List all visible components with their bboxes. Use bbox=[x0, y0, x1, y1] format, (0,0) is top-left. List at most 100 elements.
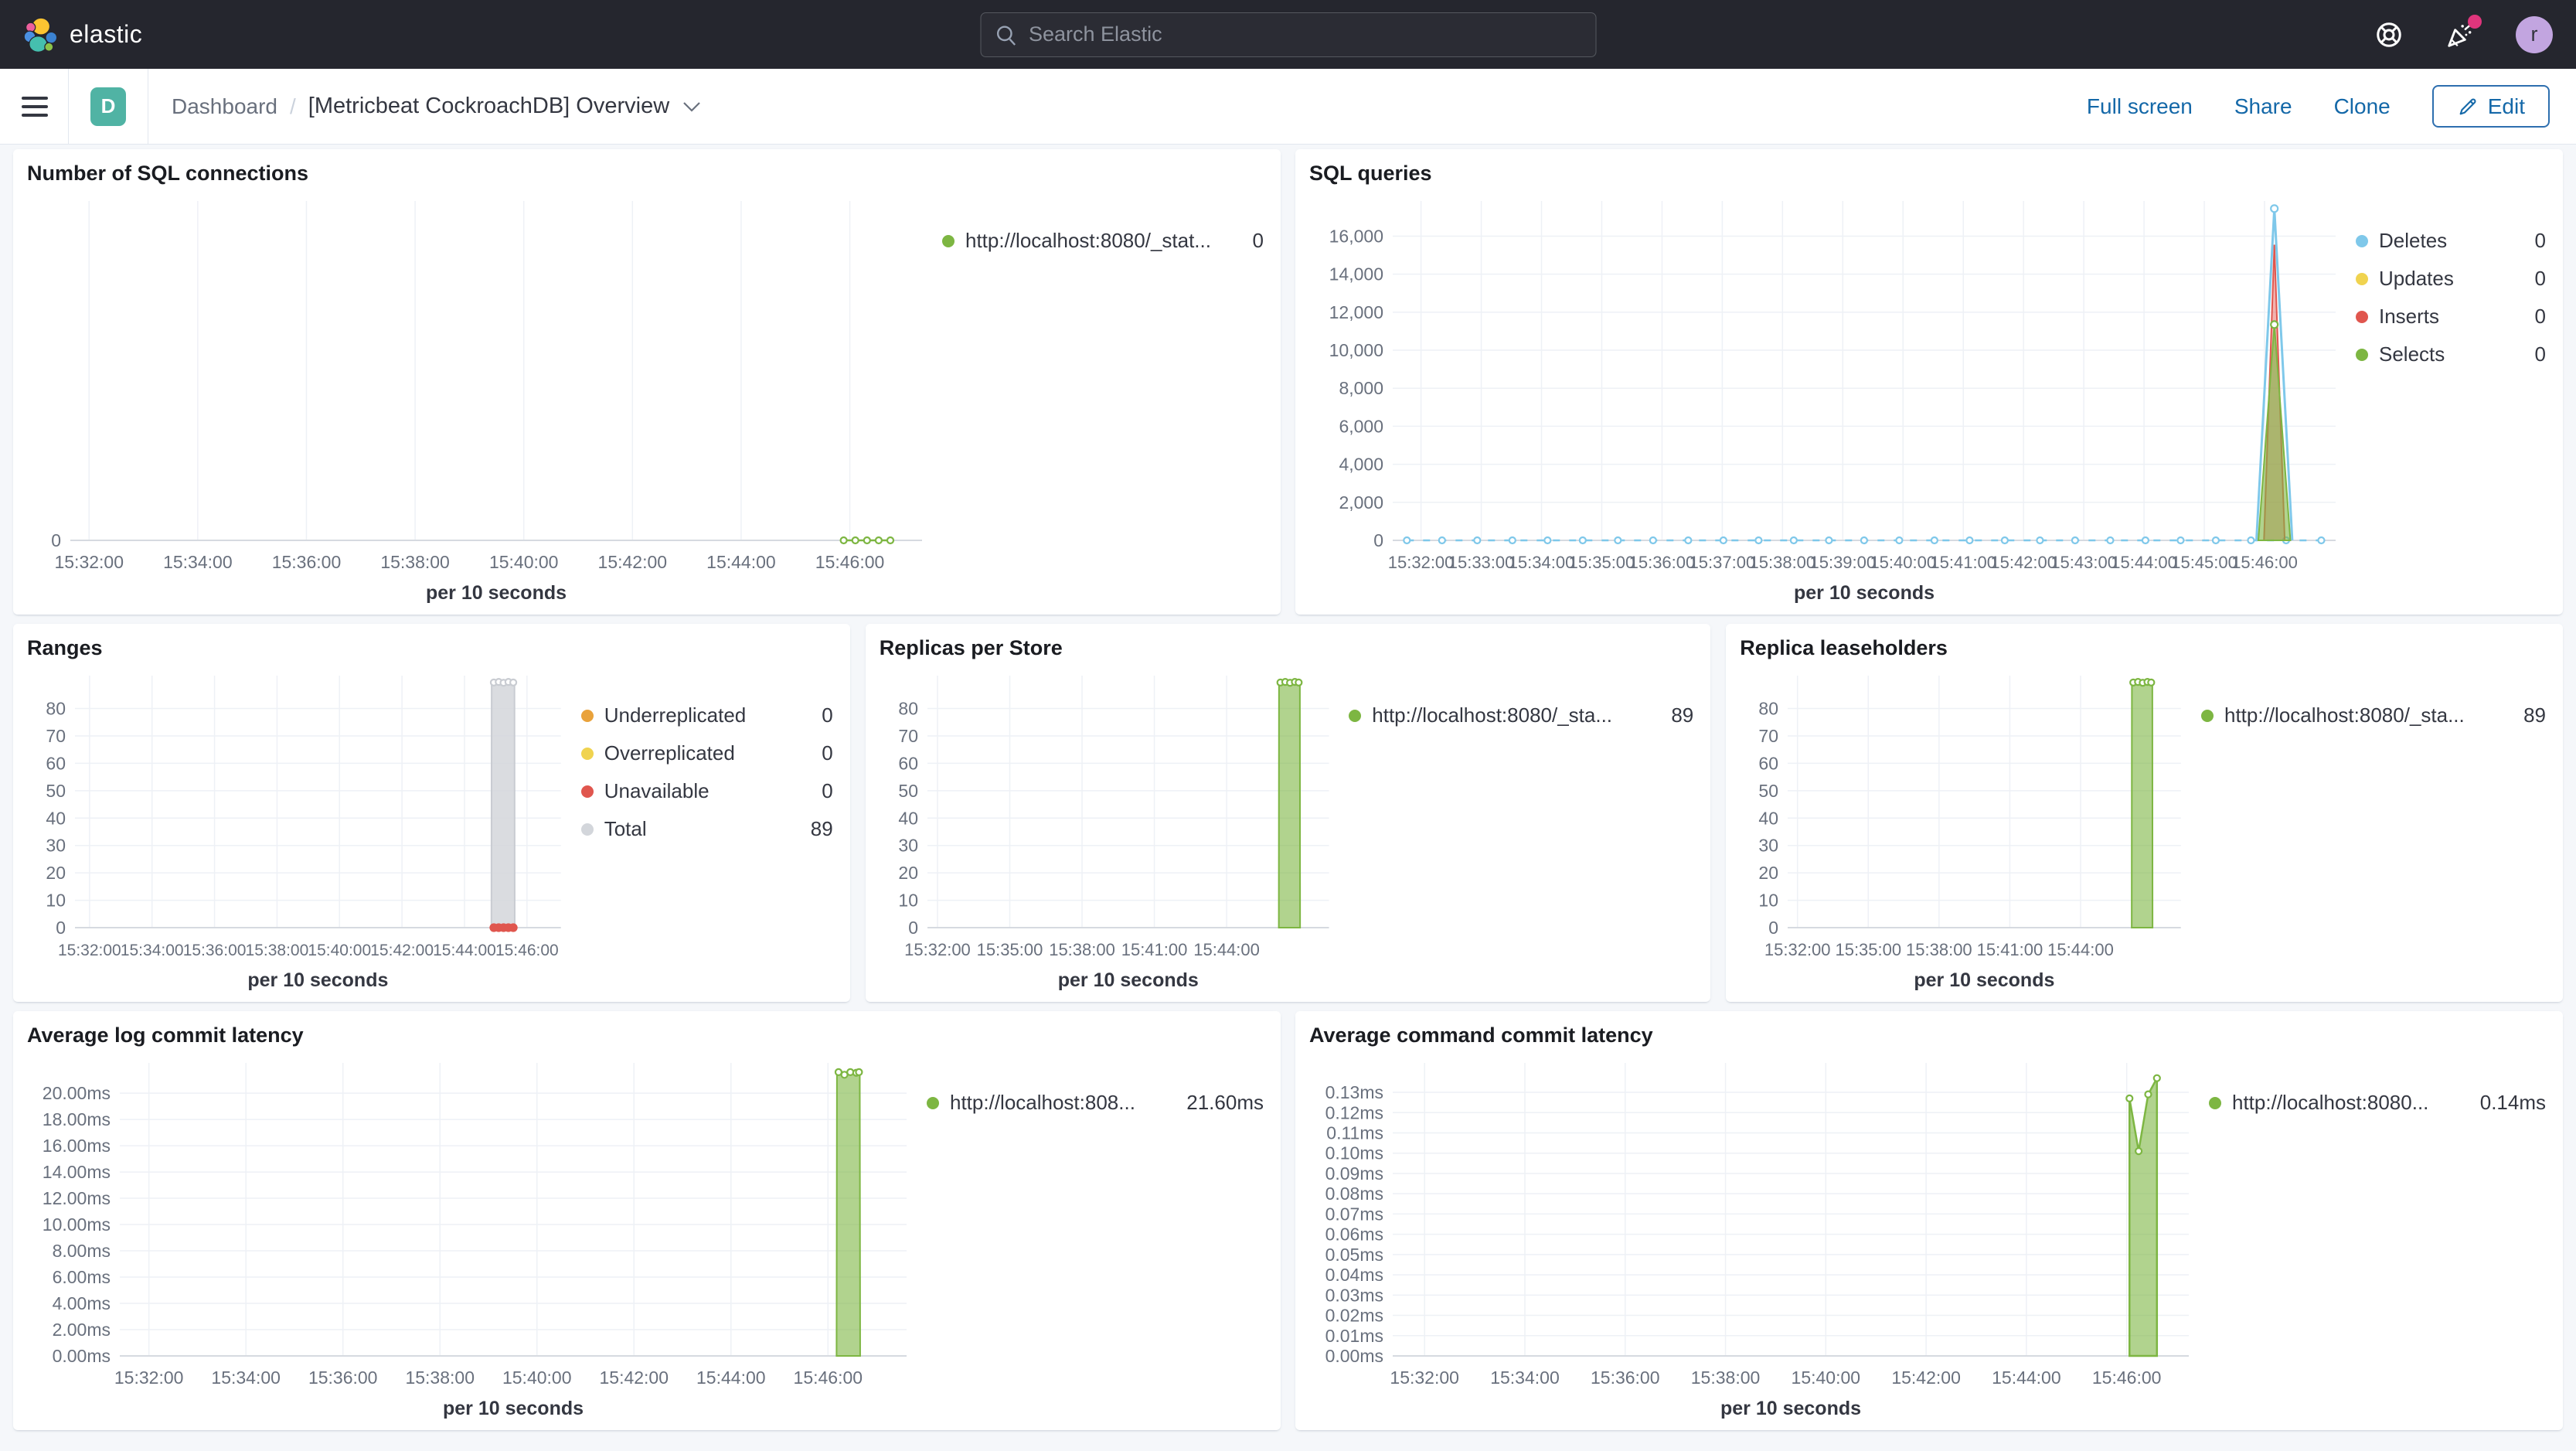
clone-button[interactable]: Clone bbox=[2334, 94, 2391, 119]
legend: http://localhost:8080/_sta... 89 bbox=[2201, 663, 2549, 994]
avg-command-commit-latency-chart[interactable]: 15:32:00 15:34:00 15:36:00 15:38:00 15:40:00… bbox=[1309, 1051, 2209, 1422]
legend: Underreplicated 0 Overreplicated 0 Unavailab… bbox=[580, 663, 836, 994]
edit-button[interactable]: Edit bbox=[2431, 85, 2550, 128]
panel-avg-log-commit-latency: Average log commit latency 15:32:00 15:34… bbox=[13, 1011, 1281, 1430]
sql-connections-chart[interactable]: 15:32:00 15:34:00 15:36:00 15:38:00 15:40:00… bbox=[27, 189, 942, 607]
svg-text:40: 40 bbox=[46, 808, 66, 828]
svg-text:15:34:00: 15:34:00 bbox=[121, 942, 184, 959]
svg-text:15:44:00: 15:44:00 bbox=[706, 552, 776, 572]
panel-sql-queries: SQL queries 15:32:00 15:33:00 15:34:00 15:3… bbox=[1295, 149, 2563, 615]
svg-text:15:46:00: 15:46:00 bbox=[495, 942, 559, 959]
svg-text:15:38:00: 15:38:00 bbox=[1691, 1368, 1761, 1388]
svg-text:15:41:00: 15:41:00 bbox=[1121, 940, 1187, 959]
svg-text:70: 70 bbox=[46, 726, 66, 746]
chevron-down-icon[interactable] bbox=[682, 100, 702, 114]
svg-text:per 10 seconds: per 10 seconds bbox=[247, 969, 388, 991]
help-button[interactable] bbox=[2374, 19, 2404, 50]
svg-text:0.06ms: 0.06ms bbox=[1325, 1224, 1383, 1245]
legend-item[interactable]: http://localhost:808... 21.60ms bbox=[927, 1091, 1264, 1115]
dashboard-toolbar: D Dashboard / [Metricbeat CockroachDB] O… bbox=[0, 68, 2576, 145]
elastic-brand[interactable]: elastic bbox=[23, 17, 142, 53]
legend-item[interactable]: Selects 0 bbox=[2356, 342, 2546, 366]
legend-series-dot bbox=[2356, 310, 2368, 323]
legend-item[interactable]: Updates 0 bbox=[2356, 267, 2546, 291]
legend-item[interactable]: http://localhost:8080/_stat... 0 bbox=[942, 229, 1264, 253]
ranges-chart[interactable]: 15:32:00 15:34:00 15:36:00 15:38:00 15:40:00… bbox=[27, 663, 581, 994]
svg-text:per 10 seconds: per 10 seconds bbox=[1794, 582, 1935, 604]
svg-text:10.00ms: 10.00ms bbox=[43, 1214, 111, 1235]
svg-text:15:34:00: 15:34:00 bbox=[211, 1368, 281, 1388]
legend-item[interactable]: Underreplicated 0 bbox=[580, 703, 833, 727]
menu-button[interactable] bbox=[22, 96, 48, 117]
svg-text:80: 80 bbox=[1759, 699, 1779, 719]
panel-title: Replicas per Store bbox=[879, 636, 1063, 659]
svg-text:18.00ms: 18.00ms bbox=[43, 1109, 111, 1129]
svg-text:0.08ms: 0.08ms bbox=[1325, 1184, 1383, 1204]
legend-item[interactable]: http://localhost:8080/_sta... 89 bbox=[1349, 703, 1693, 727]
replicas-per-store-chart[interactable]: 15:32:00 15:35:00 15:38:00 15:41:00 15:44:00… bbox=[880, 663, 1349, 994]
news-button[interactable] bbox=[2445, 14, 2482, 50]
legend-item[interactable]: Inserts 0 bbox=[2356, 305, 2546, 329]
panel-title: Replica leaseholders bbox=[1740, 636, 1948, 659]
svg-text:15:44:00: 15:44:00 bbox=[696, 1368, 766, 1388]
panel-replicas-per-store: Replicas per Store 15:32:00 15:35:00 15:38… bbox=[865, 624, 1711, 1002]
search-input[interactable] bbox=[980, 12, 1596, 57]
edit-button-label: Edit bbox=[2487, 94, 2525, 118]
legend-series-label: Inserts bbox=[2379, 305, 2440, 328]
legend-series-dot bbox=[580, 823, 594, 836]
svg-text:15:45:00: 15:45:00 bbox=[2171, 553, 2237, 572]
legend-series-value: 0 bbox=[1252, 229, 1264, 252]
avg-log-commit-latency-chart[interactable]: 15:32:00 15:34:00 15:36:00 15:38:00 15:40:00… bbox=[27, 1051, 927, 1422]
panel-title: SQL queries bbox=[1309, 162, 1432, 185]
svg-text:50: 50 bbox=[898, 781, 918, 801]
user-avatar[interactable]: r bbox=[2516, 15, 2553, 53]
legend-item[interactable]: Overreplicated 0 bbox=[580, 741, 833, 765]
space-badge[interactable]: D bbox=[90, 87, 126, 126]
legend-series-value: 89 bbox=[1671, 703, 1694, 727]
full-screen-button[interactable]: Full screen bbox=[2087, 94, 2193, 119]
svg-text:16.00ms: 16.00ms bbox=[43, 1136, 111, 1156]
svg-text:15:32:00: 15:32:00 bbox=[58, 942, 121, 959]
svg-text:0.09ms: 0.09ms bbox=[1325, 1163, 1383, 1184]
legend-item[interactable]: Deletes 0 bbox=[2356, 229, 2546, 253]
svg-text:15:41:00: 15:41:00 bbox=[1977, 940, 2043, 959]
svg-text:15:42:00: 15:42:00 bbox=[598, 552, 668, 572]
svg-text:6,000: 6,000 bbox=[1339, 416, 1383, 436]
svg-text:15:35:00: 15:35:00 bbox=[1836, 940, 1902, 959]
legend-series-label: Total bbox=[604, 817, 647, 840]
legend-series-value: 21.60ms bbox=[1186, 1091, 1264, 1114]
legend-series-value: 0 bbox=[2534, 229, 2546, 252]
svg-text:15:44:00: 15:44:00 bbox=[1992, 1368, 2061, 1388]
panel-ranges: Ranges 15:32:00 15:34:00 15:36:00 15:38:00 1… bbox=[13, 624, 850, 1002]
svg-text:15:42:00: 15:42:00 bbox=[1891, 1368, 1961, 1388]
legend-series-label: Unavailable bbox=[604, 779, 710, 802]
svg-text:15:38:00: 15:38:00 bbox=[1049, 940, 1115, 959]
svg-text:per 10 seconds: per 10 seconds bbox=[426, 582, 567, 604]
svg-text:0.00ms: 0.00ms bbox=[53, 1346, 111, 1366]
breadcrumb-dashboard[interactable]: Dashboard bbox=[172, 94, 277, 119]
brand-name: elastic bbox=[70, 20, 143, 48]
svg-text:15:32:00: 15:32:00 bbox=[1388, 553, 1455, 572]
svg-text:15:32:00: 15:32:00 bbox=[1764, 940, 1831, 959]
svg-text:per 10 seconds: per 10 seconds bbox=[1914, 969, 2055, 991]
svg-text:0.12ms: 0.12ms bbox=[1325, 1102, 1383, 1122]
global-search[interactable] bbox=[980, 12, 1596, 57]
panel-title: Number of SQL connections bbox=[27, 162, 309, 185]
legend-item[interactable]: Unavailable 0 bbox=[580, 779, 833, 803]
legend-series-dot bbox=[942, 234, 955, 247]
pencil-icon bbox=[2459, 98, 2476, 114]
legend: Deletes 0 Updates 0 Inserts 0 Selects 0 bbox=[2356, 189, 2549, 607]
share-button[interactable]: Share bbox=[2234, 94, 2292, 119]
svg-text:80: 80 bbox=[46, 699, 66, 719]
legend-item[interactable]: http://localhost:8080/_sta... 89 bbox=[2201, 703, 2546, 727]
legend-item[interactable]: http://localhost:8080... 0.14ms bbox=[2209, 1091, 2546, 1115]
legend-item[interactable]: Total 89 bbox=[580, 817, 833, 841]
svg-text:40: 40 bbox=[1759, 808, 1779, 828]
svg-text:12,000: 12,000 bbox=[1329, 302, 1383, 322]
replica-leaseholders-chart[interactable]: 15:32:00 15:35:00 15:38:00 15:41:00 15:44:00… bbox=[1740, 663, 2201, 994]
page-title[interactable]: [Metricbeat CockroachDB] Overview bbox=[308, 94, 669, 119]
svg-text:30: 30 bbox=[1759, 836, 1779, 856]
svg-text:15:42:00: 15:42:00 bbox=[370, 942, 434, 959]
sql-queries-chart[interactable]: 15:32:00 15:33:00 15:34:00 15:35:00 15:36:00… bbox=[1309, 189, 2356, 607]
svg-text:15:38:00: 15:38:00 bbox=[405, 1368, 475, 1388]
